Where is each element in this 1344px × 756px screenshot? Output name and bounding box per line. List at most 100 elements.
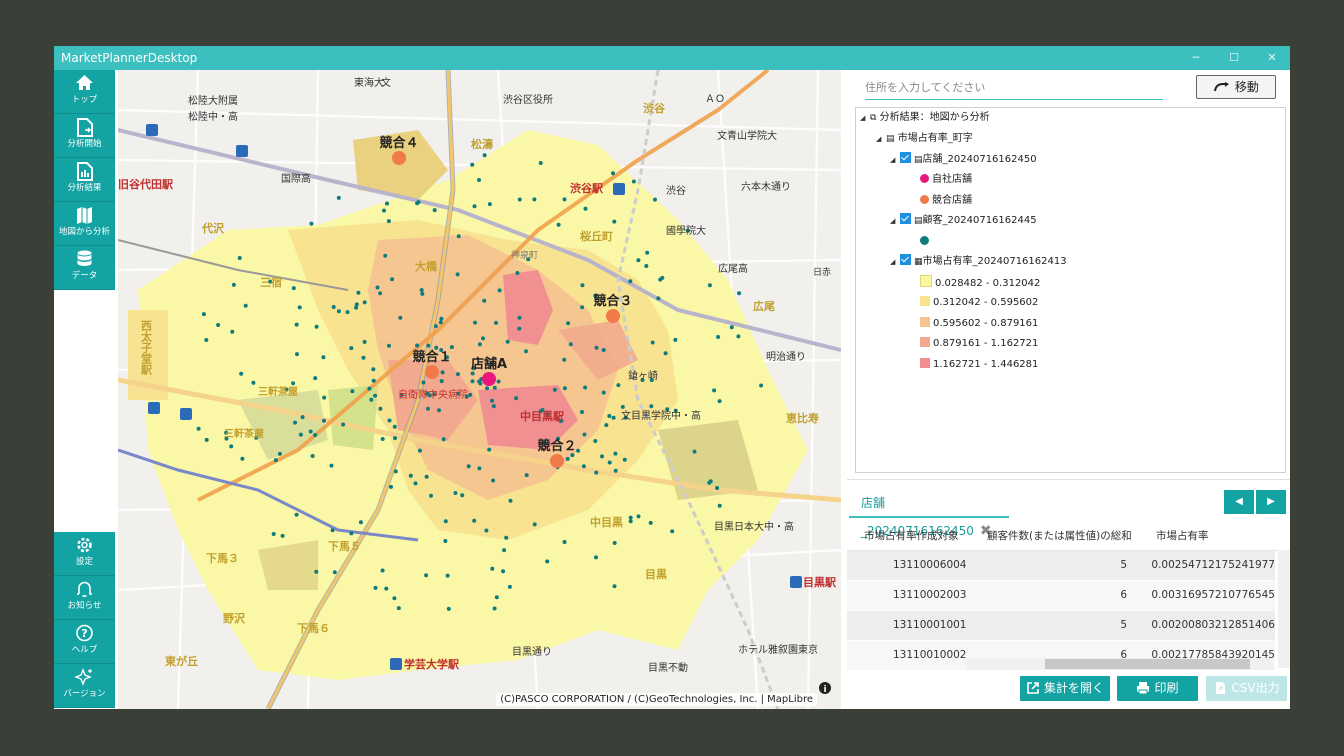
sidebar-item-label: ヘルプ: [71, 645, 98, 655]
customer-dot: [607, 460, 612, 465]
table-icon: ▤: [914, 155, 923, 165]
tree-customer-layer[interactable]: ◢ ▤顧客_20240716162445: [890, 213, 1037, 229]
customer-dot: [429, 493, 433, 498]
customer-dot: [494, 595, 499, 600]
customer-dot: [502, 548, 507, 553]
sidebar-item-help[interactable]: ? ヘルプ: [54, 620, 115, 664]
competitor-marker[interactable]: [606, 309, 620, 323]
tree-share-layer[interactable]: ◢ ▦市場占有率_20240716162413: [890, 254, 1067, 270]
printer-icon: [1137, 682, 1150, 695]
customer-dot: [294, 512, 299, 517]
table-row[interactable]: 13110006004 5 0.00254712175241977: [847, 551, 1275, 581]
column-header[interactable]: 市場占有率: [1156, 522, 1209, 550]
customer-dot: [231, 282, 236, 287]
customer-dot: [443, 519, 448, 524]
table-row[interactable]: 13110002003 6 0.00316957210776545: [847, 581, 1275, 611]
collapse-arrow-icon[interactable]: ◢: [860, 110, 870, 126]
place-label: 中目黒駅: [520, 409, 564, 423]
sidebar-item-version[interactable]: バージョン: [54, 664, 115, 708]
competitor-dot-icon: [920, 195, 929, 204]
competitor-marker[interactable]: [392, 151, 406, 165]
customer-dot: [378, 291, 383, 296]
customer-dot: [314, 324, 319, 329]
customer-dot: [477, 342, 482, 347]
customer-dot: [736, 334, 741, 339]
customer-dot: [415, 201, 420, 206]
map-view[interactable]: 競合４ 競合３ 競合１ 店舗A 競合２ 東海大 文 松陸大附属 松陸中・高 渋谷…: [118, 70, 841, 709]
vertical-scrollbar[interactable]: [1278, 550, 1290, 668]
button-label: CSV出力: [1231, 681, 1280, 695]
next-page-button[interactable]: ▶: [1256, 490, 1286, 514]
column-header[interactable]: 顧客件数(または属性値)の総和: [987, 522, 1132, 550]
customer-dot: [300, 415, 305, 420]
competitor-marker[interactable]: [425, 365, 439, 379]
customer-dot: [408, 473, 413, 478]
place-label: 桜丘町: [580, 229, 613, 243]
customer-dot: [604, 423, 609, 428]
customer-dot: [580, 305, 585, 310]
customer-dot: [460, 493, 465, 498]
legend-swatch: [920, 317, 930, 327]
prev-page-button[interactable]: ◀: [1224, 490, 1254, 514]
place-label: 野沢: [223, 611, 246, 625]
customer-dot: [482, 153, 487, 158]
customer-dot: [426, 343, 431, 348]
place-label: 國學院大: [666, 224, 706, 237]
collapse-arrow-icon[interactable]: ◢: [890, 152, 900, 168]
sidebar-item-analysis-result[interactable]: 分析結果: [54, 158, 115, 202]
minimize-button[interactable]: ─: [1178, 46, 1214, 70]
open-summary-button[interactable]: 集計を開く: [1020, 676, 1110, 701]
customer-dot: [297, 305, 302, 310]
layer-checkbox[interactable]: [900, 152, 911, 163]
customer-dot: [354, 305, 359, 310]
layer-checkbox[interactable]: [900, 254, 911, 265]
scrollbar-thumb[interactable]: [1045, 659, 1250, 669]
tree-root[interactable]: ◢ ⧉ 分析結果：地図から分析: [860, 110, 990, 126]
cell-share: 0.00254712175241977: [1151, 559, 1275, 571]
layer-checkbox[interactable]: [900, 213, 911, 224]
table-row[interactable]: 13110001001 5 0.00200803212851406: [847, 611, 1275, 641]
place-label: 三宿: [260, 275, 282, 289]
sidebar-item-label: バージョン: [63, 689, 106, 699]
sidebar-item-analysis-start[interactable]: 分析開始: [54, 114, 115, 158]
sidebar-item-top[interactable]: トップ: [54, 70, 115, 114]
tree-store-layer[interactable]: ◢ ▤店舗_20240716162450: [890, 152, 1037, 168]
horizontal-scrollbar[interactable]: [967, 658, 1273, 670]
move-button[interactable]: 移動: [1196, 75, 1276, 99]
cell-share: 0.00316957210776545: [1151, 589, 1275, 601]
print-button[interactable]: 印刷: [1117, 676, 1198, 701]
sidebar-item-notice[interactable]: お知らせ: [54, 576, 115, 620]
maximize-button[interactable]: ☐: [1216, 46, 1252, 70]
csv-export-button[interactable]: CSV出力: [1206, 676, 1287, 701]
column-header[interactable]: 市場占有率作成対象: [864, 522, 959, 550]
customer-dot: [466, 464, 471, 469]
map-icon: [77, 207, 92, 224]
address-input[interactable]: 住所を入力してください: [865, 79, 1163, 100]
collapse-arrow-icon[interactable]: ◢: [876, 131, 886, 147]
collapse-arrow-icon[interactable]: ◢: [890, 213, 900, 229]
customer-dot: [384, 586, 389, 591]
customer-dot: [473, 320, 477, 325]
legend-own-store: 自社店舗: [920, 172, 972, 188]
map-canvas[interactable]: 競合４ 競合３ 競合１ 店舗A 競合２ 東海大 文 松陸大附属 松陸中・高 渋谷…: [118, 70, 841, 709]
sidebar-item-data[interactable]: データ: [54, 246, 115, 290]
customer-dot: [449, 345, 454, 350]
own-store-marker[interactable]: [482, 372, 496, 386]
competitor-marker[interactable]: [550, 454, 564, 468]
sidebar-item-map-analysis[interactable]: 地図から分析: [54, 202, 115, 246]
close-window-button[interactable]: ✕: [1254, 46, 1290, 70]
customer-dot: [196, 426, 201, 431]
customer-dot: [491, 404, 496, 409]
place-label: 目黒不動: [648, 661, 688, 674]
collapse-arrow-icon[interactable]: ◢: [890, 254, 900, 270]
place-label: 明治通り: [766, 350, 806, 363]
store-label: 競合４: [379, 135, 418, 151]
customer-dot: [294, 322, 299, 327]
cell-count: 5: [1120, 559, 1127, 571]
customer-dot: [620, 404, 625, 409]
customer-dot: [345, 310, 350, 315]
customer-dot: [663, 351, 668, 356]
tab-store-result[interactable]: 店舗_20240716162450 ✖: [849, 489, 1009, 539]
tree-share-group[interactable]: ◢ ▤ 市場占有率_町字: [876, 131, 973, 147]
sidebar-item-settings[interactable]: 設定: [54, 532, 115, 576]
